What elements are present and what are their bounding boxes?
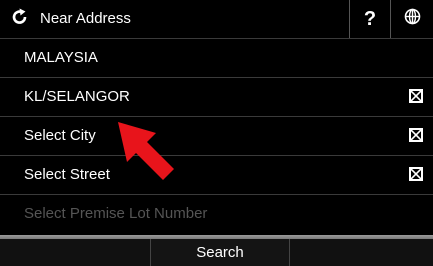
row-label: Select City: [24, 127, 96, 144]
globe-icon: [404, 8, 421, 30]
back-button[interactable]: [0, 0, 40, 38]
row-city[interactable]: Select City: [0, 117, 433, 155]
search-button[interactable]: Search: [150, 239, 290, 266]
row-state[interactable]: KL/SELANGOR: [0, 78, 433, 116]
refresh-back-icon: [10, 7, 30, 32]
row-label: MALAYSIA: [24, 49, 98, 66]
row-street[interactable]: Select Street: [0, 156, 433, 194]
row-label: KL/SELANGOR: [24, 88, 130, 105]
language-button[interactable]: [391, 0, 433, 38]
row-label: Select Street: [24, 166, 110, 183]
near-address-screen: Near Address ? MALAYSIA KL/SELANGOR Sele…: [0, 0, 433, 266]
search-button-label: Search: [196, 244, 244, 261]
toolbar-blank-left: [0, 239, 150, 266]
arrow-pointer-icon: [116, 120, 178, 187]
bottom-toolbar: Search: [0, 235, 433, 266]
clear-checkbox-icon[interactable]: [409, 89, 423, 103]
row-premise-lot: Select Premise Lot Number: [0, 195, 433, 233]
clear-checkbox-icon[interactable]: [409, 128, 423, 142]
header-bar: Near Address ?: [0, 0, 433, 38]
clear-checkbox-icon[interactable]: [409, 167, 423, 181]
row-country[interactable]: MALAYSIA: [0, 39, 433, 77]
toolbar-blank-right: [290, 239, 433, 266]
row-label: Select Premise Lot Number: [24, 205, 208, 222]
page-title: Near Address: [40, 10, 131, 27]
help-button[interactable]: ?: [350, 0, 390, 38]
